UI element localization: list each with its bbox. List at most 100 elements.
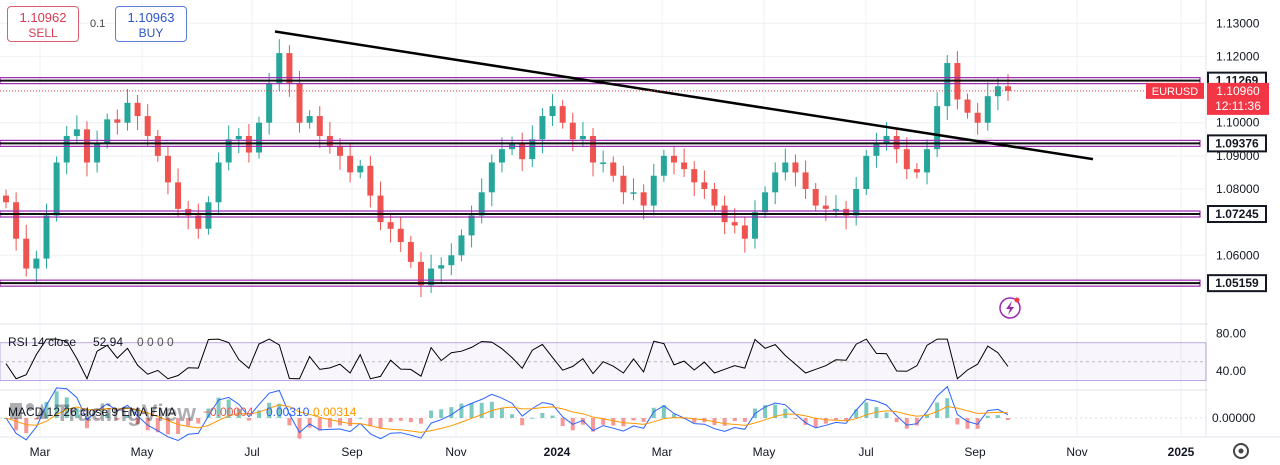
quantity-field[interactable]: 0.1 [90,18,105,30]
macd-histogram-bar [14,418,19,431]
macd-histogram-bar [813,418,818,428]
rsi-title: RSI 14 close [8,335,76,349]
time-axis-label: May [131,445,154,459]
candle-body [832,208,839,211]
candle-body [357,165,364,173]
chart-area[interactable]: Mar May Jul Sep Nov 2024 Mar May Jul Sep Nov 2025 1.… [0,0,1280,465]
macd-histogram-bar [945,398,950,418]
candle-body [924,149,931,173]
macd-histogram-bar [540,412,545,418]
time-axis-label: Mar [652,445,673,459]
candle-body [438,265,445,269]
macd-histogram-bar [894,418,899,423]
macd-histogram-bar [884,412,889,418]
candle-body [175,182,182,209]
candle-body [681,162,688,170]
macd-histogram-bar [358,417,363,419]
candle-body [316,116,323,136]
candle-body [620,175,627,193]
macd-histogram-bar [439,409,444,418]
time-axis-label: May [753,445,776,459]
candle-body [94,142,101,163]
candle-body [43,215,50,259]
candle-body [498,149,505,163]
time-axis-label: Jul [858,445,873,459]
level-price-label: 1.07245 [1215,207,1259,221]
candle-body [347,155,354,173]
candle-body [235,135,242,140]
time-axis-label: Mar [30,445,51,459]
macd-histogram-bar [995,415,1000,418]
macd-histogram-bar [499,408,504,418]
macd-histogram-bar [408,418,413,423]
macd-histogram-bar [510,414,515,418]
candle-body [903,149,910,170]
time-axis-label: 2024 [544,445,571,459]
candle-body [296,82,303,123]
settings-icon-center [1238,448,1244,454]
tradingview-watermark: TradingView [55,400,196,427]
candle-body [134,102,141,117]
candle-body [164,155,171,183]
candle-body [822,205,829,209]
macd-histogram-bar [388,418,393,422]
candle-body [458,235,465,256]
rsi-axis-label: 40.00 [1216,364,1246,378]
macd-value: 0.00310 [266,405,310,419]
candle-body [144,116,151,136]
level-price-label: 1.09376 [1215,136,1259,150]
tradingview-logo-dot [26,403,34,411]
candle-body [701,182,708,189]
candle-body [792,162,799,173]
candle-body [913,169,920,173]
macd-histogram-bar [398,418,403,421]
candle-body [559,106,566,123]
candle-body [630,192,637,194]
chart-background [0,0,1280,465]
sell-button[interactable]: 1.10962 SELL [7,6,79,42]
candle-body [762,192,769,213]
macd-histogram-bar [520,418,525,426]
price-axis-label: 1.10000 [1216,116,1260,130]
macd-histogram-bar [965,418,970,429]
macd-histogram-bar [742,418,747,422]
time-axis-label: Sep [964,445,986,459]
time-axis-label: 2025 [1168,445,1195,459]
macd-histogram-bar [459,403,464,418]
candle-body [276,53,283,83]
sell-label: SELL [28,26,58,40]
macd-histogram-bar [722,418,727,426]
candle-body [53,162,60,216]
candle-body [367,165,374,196]
candle-body [650,175,657,206]
candle-body [741,225,748,239]
candle-body [13,202,20,239]
candle-body [488,162,495,193]
macd-histogram-bar [469,403,474,418]
candle-body [23,238,30,269]
macd-histogram-value: −0.00004 [203,405,254,419]
candle-body [671,155,677,163]
candle-body [944,63,951,107]
time-axis-label: Jul [244,445,259,459]
candle-body [640,192,647,206]
current-price-label: 1.10960 [1216,84,1260,98]
candle-body [448,255,455,266]
candle-body [215,162,222,203]
candle-body [417,261,424,286]
price-axis-label: 1.06000 [1216,248,1260,262]
candle-body [529,139,536,160]
candle-body [33,258,40,269]
macd-histogram-bar [479,402,484,418]
buy-button[interactable]: 1.10963 BUY [115,6,187,42]
candle-body [377,195,384,223]
macd-signal-value: 0.00314 [313,405,357,419]
candle-body [863,155,870,189]
rsi-value: 52.94 [93,335,123,349]
macd-histogram-bar [297,418,302,439]
candle-body [691,169,698,183]
candle-body [468,215,475,236]
candle-body [256,122,263,153]
macd-histogram-bar [378,418,383,429]
macd-histogram-bar [823,418,828,424]
